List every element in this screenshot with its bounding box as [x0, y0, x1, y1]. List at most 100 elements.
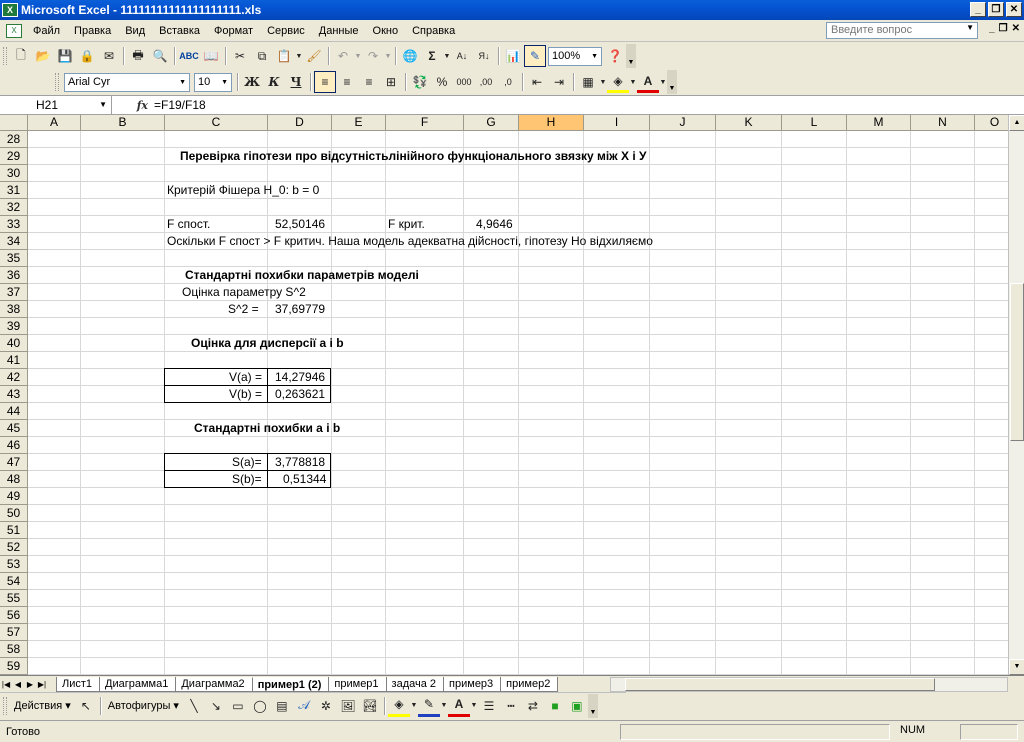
cell[interactable] — [650, 454, 716, 471]
cell[interactable] — [386, 199, 464, 216]
cell[interactable] — [975, 488, 1008, 505]
open-icon[interactable]: 📂 — [32, 45, 54, 67]
hypothesis-title[interactable]: Перевірка гіпотези про відсутністьлінійн… — [180, 148, 647, 164]
formula-input[interactable]: =F19/F18 — [154, 98, 206, 112]
row-header[interactable]: 47 — [0, 454, 28, 471]
cell[interactable] — [716, 199, 782, 216]
cell[interactable] — [519, 556, 584, 573]
cell[interactable] — [716, 182, 782, 199]
cell[interactable] — [81, 148, 165, 165]
cell[interactable] — [519, 505, 584, 522]
cell[interactable] — [519, 267, 584, 284]
chart-wizard-icon[interactable]: 📊 — [502, 45, 524, 67]
copy-icon[interactable]: ⧉ — [251, 45, 273, 67]
cell[interactable] — [268, 352, 332, 369]
cell[interactable] — [81, 505, 165, 522]
cell[interactable] — [81, 250, 165, 267]
cell[interactable] — [81, 539, 165, 556]
row-header[interactable]: 48 — [0, 471, 28, 488]
autoshapes-menu[interactable]: Автофигуры ▾ — [104, 699, 183, 712]
cell[interactable] — [28, 403, 81, 420]
cell[interactable] — [165, 573, 268, 590]
cell[interactable] — [782, 369, 847, 386]
cell[interactable] — [165, 556, 268, 573]
sa-value[interactable]: 3,778818 — [275, 454, 325, 470]
cell[interactable] — [165, 522, 268, 539]
cell[interactable] — [716, 573, 782, 590]
cell[interactable] — [165, 437, 268, 454]
cell[interactable] — [519, 420, 584, 437]
column-header[interactable]: A — [28, 115, 81, 131]
cell[interactable] — [165, 199, 268, 216]
cell[interactable] — [650, 403, 716, 420]
fill-color-draw-icon[interactable]: ◈ — [387, 695, 410, 717]
cell[interactable] — [847, 420, 911, 437]
cell[interactable] — [975, 539, 1008, 556]
column-header[interactable]: I — [584, 115, 650, 131]
toolbar-grip[interactable] — [3, 47, 7, 65]
cell[interactable] — [519, 590, 584, 607]
cell[interactable] — [650, 267, 716, 284]
cell[interactable] — [975, 420, 1008, 437]
cell[interactable] — [81, 386, 165, 403]
cell[interactable] — [782, 437, 847, 454]
cell[interactable] — [716, 352, 782, 369]
cell[interactable] — [975, 335, 1008, 352]
column-header[interactable]: D — [268, 115, 332, 131]
cell[interactable] — [782, 182, 847, 199]
cell[interactable] — [975, 199, 1008, 216]
cell[interactable] — [332, 505, 386, 522]
cell[interactable] — [28, 301, 81, 318]
cell[interactable] — [464, 454, 519, 471]
font-color-draw-dropdown-icon[interactable]: ▼ — [470, 695, 478, 717]
cell[interactable] — [332, 182, 386, 199]
scroll-down-icon[interactable]: ▼ — [1009, 659, 1024, 675]
cell[interactable] — [975, 182, 1008, 199]
cell[interactable] — [975, 624, 1008, 641]
cell[interactable] — [716, 454, 782, 471]
cell[interactable] — [386, 369, 464, 386]
cell[interactable] — [519, 573, 584, 590]
cell[interactable] — [782, 267, 847, 284]
cell[interactable] — [165, 658, 268, 675]
cell[interactable] — [81, 301, 165, 318]
cell[interactable] — [911, 386, 975, 403]
cell[interactable] — [464, 607, 519, 624]
cell[interactable] — [165, 505, 268, 522]
cell[interactable] — [28, 590, 81, 607]
cell[interactable] — [584, 131, 650, 148]
cell[interactable] — [650, 539, 716, 556]
cell[interactable] — [716, 301, 782, 318]
oval-icon[interactable]: ◯ — [249, 695, 271, 717]
cell[interactable] — [268, 318, 332, 335]
cell[interactable] — [716, 216, 782, 233]
cell[interactable] — [519, 539, 584, 556]
actions-menu[interactable]: Действия ▾ — [10, 699, 75, 712]
underline-button[interactable]: Ч — [285, 71, 307, 93]
line-color-icon[interactable]: ✎ — [417, 695, 440, 717]
zoom-combo[interactable]: 100% ▼ — [548, 46, 602, 66]
cell[interactable] — [28, 199, 81, 216]
cell[interactable] — [28, 318, 81, 335]
cell[interactable] — [911, 318, 975, 335]
cell[interactable] — [165, 318, 268, 335]
cell[interactable] — [716, 335, 782, 352]
cell[interactable] — [584, 199, 650, 216]
fisher-criterion-label[interactable]: Критерій Фішера H_0: b = 0 — [167, 182, 319, 198]
cell[interactable] — [584, 641, 650, 658]
cell[interactable] — [782, 250, 847, 267]
cell[interactable] — [519, 454, 584, 471]
s2-value[interactable]: 37,69779 — [275, 301, 325, 317]
cell[interactable] — [584, 573, 650, 590]
align-left-icon[interactable]: ≡ — [314, 71, 336, 93]
cell[interactable] — [268, 658, 332, 675]
cell[interactable] — [650, 250, 716, 267]
cell[interactable] — [464, 522, 519, 539]
cell[interactable] — [716, 556, 782, 573]
rectangle-icon[interactable]: ▭ — [227, 695, 249, 717]
column-header[interactable]: M — [847, 115, 911, 131]
row-header[interactable]: 30 — [0, 165, 28, 182]
cell[interactable] — [386, 454, 464, 471]
cell[interactable] — [28, 624, 81, 641]
cell[interactable] — [911, 590, 975, 607]
